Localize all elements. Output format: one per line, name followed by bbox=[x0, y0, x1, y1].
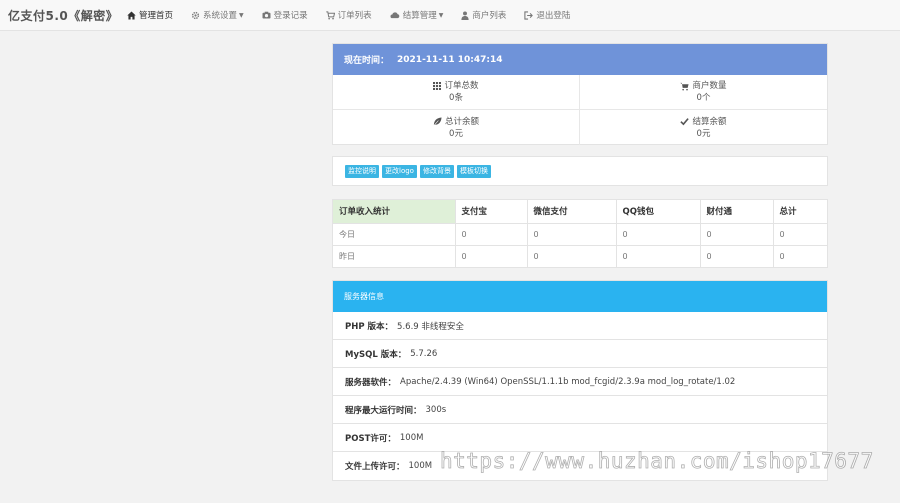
stat-title-merchant-count: 商户数量 bbox=[692, 81, 727, 91]
caret-down-icon: ▼ bbox=[239, 11, 244, 19]
nav-item-order-list[interactable]: 订单列表 bbox=[317, 0, 381, 31]
nav-label-order-list: 订单列表 bbox=[337, 11, 372, 21]
cart-icon bbox=[325, 10, 335, 20]
home-icon bbox=[127, 10, 136, 20]
server-info-value: 300s bbox=[425, 404, 447, 415]
server-info-row: POST许可： 100M bbox=[333, 424, 827, 452]
stat-value-order-total: 0条 bbox=[449, 93, 463, 103]
change-background-button[interactable]: 修改背景 bbox=[419, 164, 454, 178]
table-cell: 0 bbox=[455, 223, 528, 246]
income-table: 订单收入统计 支付宝 微信支付 QQ钱包 财付通 总计 今日 0 0 0 0 0… bbox=[333, 200, 827, 267]
nav-item-merchant-list[interactable]: 商户列表 bbox=[452, 0, 515, 31]
table-cell: 0 bbox=[700, 223, 774, 246]
nav-label-home: 管理首页 bbox=[139, 11, 174, 21]
table-cell: 0 bbox=[527, 223, 617, 246]
column-header: 订单收入统计 bbox=[333, 200, 456, 224]
current-time-label: 现在时间： bbox=[344, 56, 390, 66]
caret-down-icon: ▼ bbox=[438, 11, 444, 19]
time-panel-header: 现在时间： 2021-11-11 10:47:14 bbox=[333, 44, 827, 75]
user-icon bbox=[461, 10, 469, 20]
income-stats-panel: 订单收入统计 支付宝 微信支付 QQ钱包 财付通 总计 今日 0 0 0 0 0… bbox=[332, 199, 828, 268]
server-info-value: 5.6.9 非线程安全 bbox=[397, 321, 464, 332]
gear-icon bbox=[191, 11, 200, 20]
nav-label-login-records: 登录记录 bbox=[273, 11, 308, 21]
server-info-value: 100M bbox=[399, 432, 424, 443]
column-header: 总计 bbox=[773, 200, 827, 224]
stat-value-merchant-count: 0个 bbox=[696, 93, 711, 103]
leaf-icon bbox=[433, 117, 442, 126]
server-info-key: 文件上传许可： bbox=[345, 462, 405, 472]
check-icon bbox=[680, 118, 690, 126]
table-cell: 昨日 bbox=[333, 245, 456, 267]
server-info-value: 5.7.26 bbox=[410, 348, 438, 359]
table-cell: 0 bbox=[455, 245, 528, 267]
server-info-row: 程序最大运行时间： 300s bbox=[333, 396, 827, 424]
table-cell: 0 bbox=[616, 223, 701, 246]
nav-label-settlement: 结算管理 bbox=[402, 11, 437, 21]
nav-label-system-settings: 系统设置 bbox=[203, 11, 238, 21]
server-info-value: Apache/2.4.39 (Win64) OpenSSL/1.1.1b mod… bbox=[400, 376, 736, 387]
nav-item-home[interactable]: 管理首页 bbox=[118, 0, 182, 31]
stat-title-settlement-balance: 结算余额 bbox=[692, 116, 727, 127]
server-info-row: PHP 版本： 5.6.9 非线程安全 bbox=[333, 312, 827, 340]
server-info-value: 100M bbox=[408, 461, 433, 471]
server-info-row: MySQL 版本： 5.7.26 bbox=[333, 340, 827, 368]
server-info-key: POST许可： bbox=[345, 433, 396, 444]
server-info-key: 服务器软件： bbox=[345, 377, 397, 388]
stat-merchant-count: 商户数量 0个 bbox=[580, 75, 827, 110]
stat-title-order-total: 订单总数 bbox=[444, 81, 479, 91]
cloud-icon bbox=[390, 11, 400, 19]
stat-value-total-balance: 0元 bbox=[449, 128, 463, 139]
nav-item-login-records[interactable]: 登录记录 bbox=[253, 0, 317, 31]
stat-settlement-balance: 结算余额 0元 bbox=[580, 110, 827, 145]
nav-item-logout[interactable]: 退出登陆 bbox=[515, 0, 579, 31]
switch-template-button[interactable]: 模板切换 bbox=[456, 164, 491, 178]
logout-icon bbox=[524, 10, 534, 20]
column-header: QQ钱包 bbox=[616, 200, 701, 224]
stats-grid: 订单总数 0条 商户数量 0个 总计余额 0元 结算余额 0元 bbox=[333, 75, 827, 145]
nav-item-settlement[interactable]: 结算管理 ▼ bbox=[381, 0, 453, 31]
stat-value-settlement-balance: 0元 bbox=[696, 128, 711, 139]
stat-title-total-balance: 总计余额 bbox=[444, 116, 479, 127]
top-navbar: 亿支付5.0《解密》 管理首页 系统设置 ▼ 登录记录 订单列表 结算管理 ▼ … bbox=[0, 0, 900, 31]
stat-total-balance: 总计余额 0元 bbox=[333, 110, 580, 145]
server-info-panel: 服务器信息 PHP 版本： 5.6.9 非线程安全 MySQL 版本： 5.7.… bbox=[332, 280, 828, 481]
table-cell: 0 bbox=[527, 245, 617, 267]
current-time-value: 2021-11-11 10:47:14 bbox=[397, 54, 503, 65]
brand-title[interactable]: 亿支付5.0《解密》 bbox=[0, 7, 118, 24]
server-info-key: PHP 版本： bbox=[345, 321, 394, 332]
table-cell: 0 bbox=[700, 245, 774, 267]
nav-label-merchant-list: 商户列表 bbox=[472, 11, 507, 21]
table-header-row: 订单收入统计 支付宝 微信支付 QQ钱包 财付通 总计 bbox=[333, 200, 827, 224]
column-header: 财付通 bbox=[700, 200, 774, 224]
server-info-key: 程序最大运行时间： bbox=[345, 405, 422, 416]
change-logo-button[interactable]: 更改logo bbox=[382, 164, 417, 178]
grid-icon bbox=[433, 82, 442, 90]
time-stats-panel: 现在时间： 2021-11-11 10:47:14 订单总数 0条 商户数量 0… bbox=[332, 43, 828, 145]
stat-order-total: 订单总数 0条 bbox=[333, 75, 580, 110]
nav-item-system-settings[interactable]: 系统设置 ▼ bbox=[182, 0, 253, 31]
quick-buttons-panel: 监控说明 更改logo 修改背景 模板切换 bbox=[332, 156, 828, 186]
nav-label-logout: 退出登陆 bbox=[536, 11, 571, 21]
server-info-row: 服务器软件： Apache/2.4.39 (Win64) OpenSSL/1.1… bbox=[333, 368, 827, 396]
table-cell: 0 bbox=[773, 223, 827, 246]
table-row: 今日 0 0 0 0 0 bbox=[333, 223, 827, 246]
monitor-guide-button[interactable]: 监控说明 bbox=[345, 164, 379, 178]
server-info-header: 服务器信息 bbox=[333, 281, 827, 312]
server-info-key: MySQL 版本： bbox=[345, 349, 407, 360]
column-header: 微信支付 bbox=[527, 200, 617, 224]
table-cell: 今日 bbox=[333, 223, 456, 246]
main-nav: 管理首页 系统设置 ▼ 登录记录 订单列表 结算管理 ▼ 商户列表 退出登陆 bbox=[118, 0, 579, 31]
server-info-row: 文件上传许可： 100M bbox=[333, 452, 827, 480]
camera-icon bbox=[262, 11, 271, 19]
table-row: 昨日 0 0 0 0 0 bbox=[333, 245, 827, 267]
table-cell: 0 bbox=[779, 251, 785, 261]
cart-icon bbox=[680, 82, 690, 90]
column-header: 支付宝 bbox=[455, 200, 528, 224]
table-cell: 0 bbox=[616, 245, 701, 267]
